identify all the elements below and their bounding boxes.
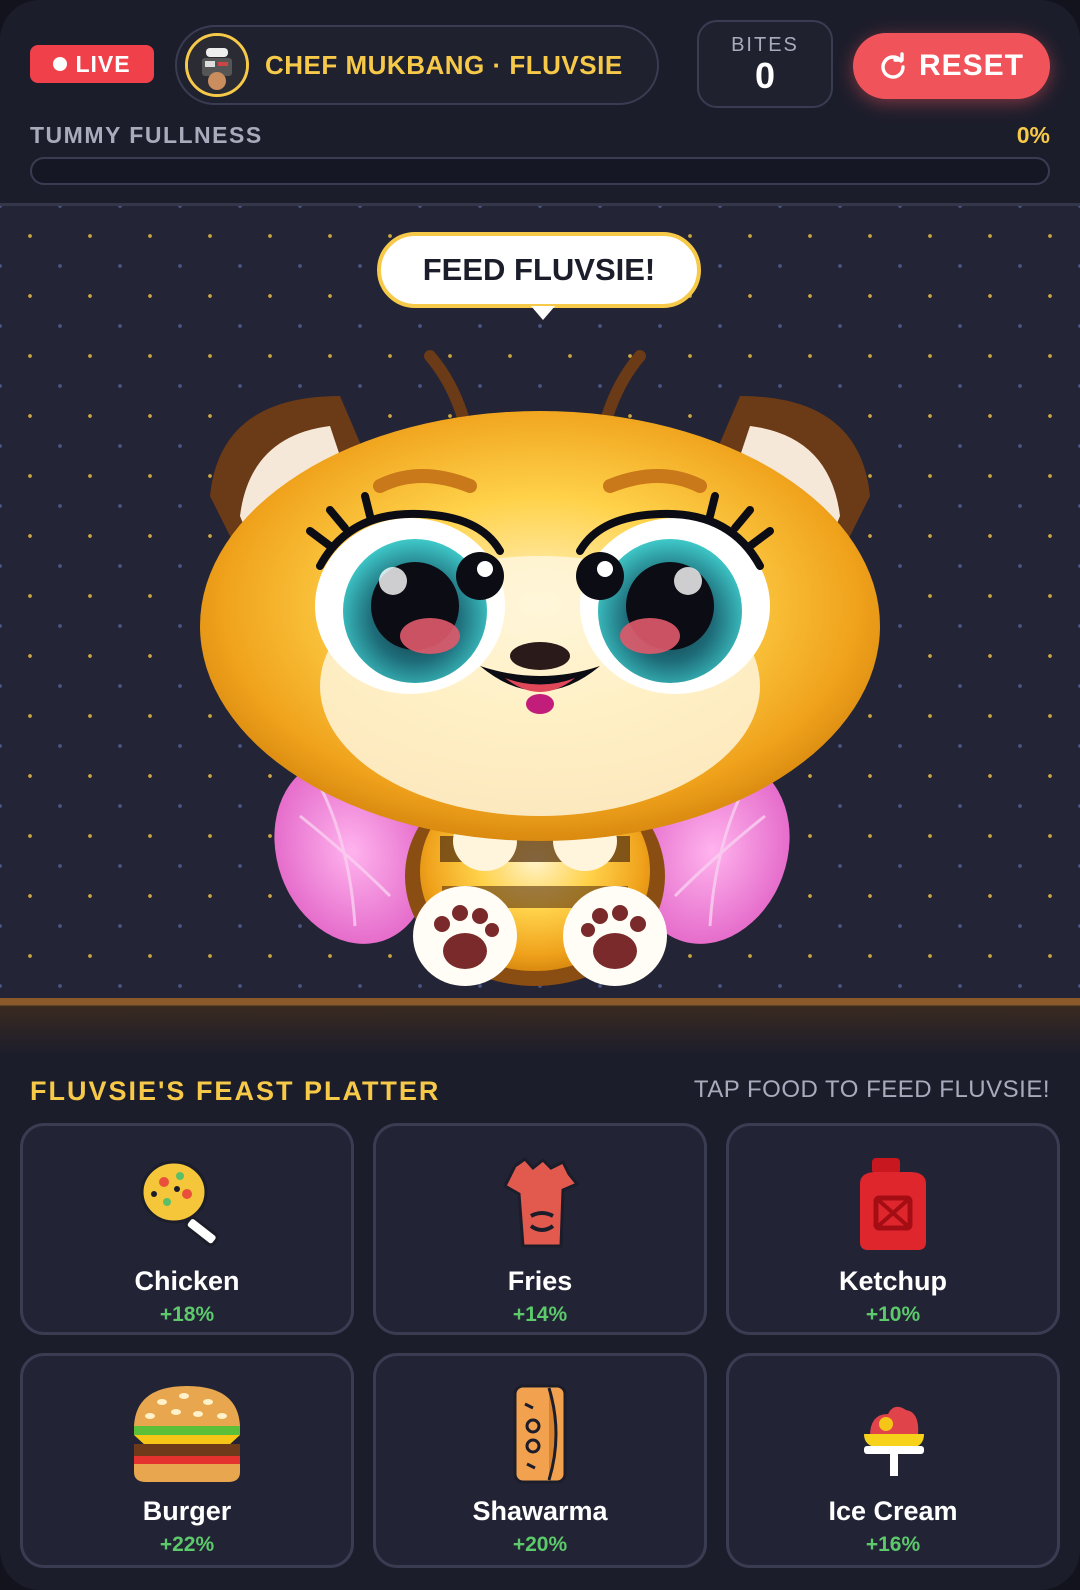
ground-shelf: [0, 998, 1080, 1054]
reset-button[interactable]: RESET: [853, 33, 1050, 99]
chef-avatar-icon: [188, 36, 246, 94]
channel-name: CHEF MUKBANG · FLUVSIE: [265, 49, 623, 80]
food-card-ketchup[interactable]: Ketchup +10%: [726, 1123, 1060, 1335]
food-name: Burger: [142, 1496, 232, 1526]
speech-bubble: FEED FLUVSIE!: [377, 232, 701, 320]
food-name: Ice Cream: [828, 1496, 958, 1526]
food-name: Ketchup: [839, 1266, 947, 1296]
live-dot-icon: [53, 57, 68, 71]
speech-tail: [531, 306, 555, 320]
food-card-chicken[interactable]: Chicken +18%: [20, 1123, 354, 1335]
avatar[interactable]: [185, 33, 249, 97]
live-badge: LIVE: [30, 45, 154, 83]
burger-icon: [132, 1384, 242, 1484]
tummy-fullness-bar: [30, 157, 1050, 185]
food-card-ice-cream[interactable]: Ice Cream +16%: [726, 1353, 1060, 1568]
food-bonus: +18%: [159, 1303, 215, 1326]
platter-hint: TAP FOOD TO FEED FLUVSIE!: [693, 1076, 1050, 1103]
app-root: LIVE CHEF MUKBANG · FLUVSIE BITES 0 RESE…: [0, 0, 1080, 1590]
food-bonus: +20%: [512, 1533, 568, 1556]
food-card-fries[interactable]: Fries +14%: [373, 1123, 707, 1335]
reset-icon: [881, 52, 905, 79]
bites-counter: BITES 0: [697, 20, 833, 108]
fluvsie-pet[interactable]: [180, 296, 900, 1006]
food-grid: Chicken +18% Fries +14% Ketchup +10% Bur…: [20, 1123, 1060, 1568]
ice-cream-icon: [838, 1384, 948, 1484]
food-bonus: +22%: [159, 1533, 215, 1556]
header: LIVE CHEF MUKBANG · FLUVSIE BITES 0 RESE…: [0, 0, 1080, 205]
fries-icon: [485, 1154, 595, 1254]
food-bonus: +10%: [865, 1303, 921, 1326]
speech-text: FEED FLUVSIE!: [422, 252, 656, 287]
tummy-fullness-value: 0%: [1016, 122, 1050, 148]
platter-title: FLUVSIE'S FEAST PLATTER: [30, 1076, 441, 1106]
bites-label: BITES: [731, 33, 799, 56]
food-name: Chicken: [134, 1266, 240, 1296]
tummy-fullness-label: TUMMY FULLNESS: [30, 122, 263, 148]
live-label: LIVE: [75, 50, 131, 77]
channel-pill[interactable]: CHEF MUKBANG · FLUVSIE: [175, 25, 659, 105]
bites-value: 0: [754, 54, 776, 96]
pet-stage: FEED FLUVSIE!: [0, 203, 1080, 998]
food-name: Shawarma: [472, 1496, 608, 1526]
food-card-burger[interactable]: Burger +22%: [20, 1353, 354, 1568]
food-card-shawarma[interactable]: Shawarma +20%: [373, 1353, 707, 1568]
food-name: Fries: [507, 1266, 573, 1296]
food-bonus: +16%: [865, 1533, 921, 1556]
reset-label: RESET: [918, 49, 1025, 82]
shawarma-icon: [485, 1384, 595, 1484]
chicken-icon: [132, 1154, 242, 1254]
food-bonus: +14%: [512, 1303, 568, 1326]
ketchup-icon: [838, 1154, 948, 1254]
